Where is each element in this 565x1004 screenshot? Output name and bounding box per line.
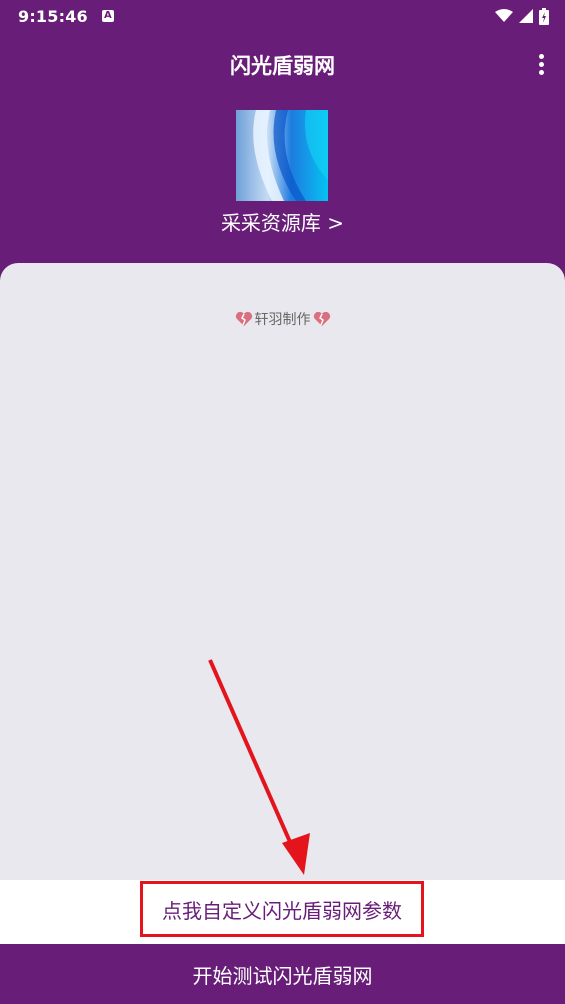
broken-heart-icon <box>235 311 252 326</box>
signal-icon <box>519 9 533 23</box>
wifi-icon <box>495 9 513 22</box>
library-link[interactable]: 采采资源库 > <box>0 207 565 236</box>
app-screen: 9:15:46 A 闪光盾弱网 采采资源库 > 轩羽制作 点我自定义闪光盾弱网参… <box>0 0 565 1004</box>
battery-icon <box>539 7 549 25</box>
author-credit: 轩羽制作 <box>0 309 565 329</box>
more-vert-icon[interactable] <box>537 54 545 76</box>
broken-heart-icon <box>313 311 330 326</box>
status-time: 9:15:46 <box>18 6 88 26</box>
a-icon: A <box>101 10 114 22</box>
custom-params-button[interactable]: 点我自定义闪光盾弱网参数 <box>140 881 424 937</box>
author-text: 轩羽制作 <box>254 312 311 328</box>
params-bar: 点我自定义闪光盾弱网参数 <box>0 880 565 944</box>
status-bar: 9:15:46 A <box>0 0 565 32</box>
annotation-arrow <box>208 659 310 875</box>
app-title: 闪光盾弱网 <box>230 54 335 78</box>
library-thumbnail[interactable] <box>236 110 328 201</box>
status-icons <box>495 7 549 25</box>
start-test-button[interactable]: 开始测试闪光盾弱网 <box>0 944 565 1004</box>
